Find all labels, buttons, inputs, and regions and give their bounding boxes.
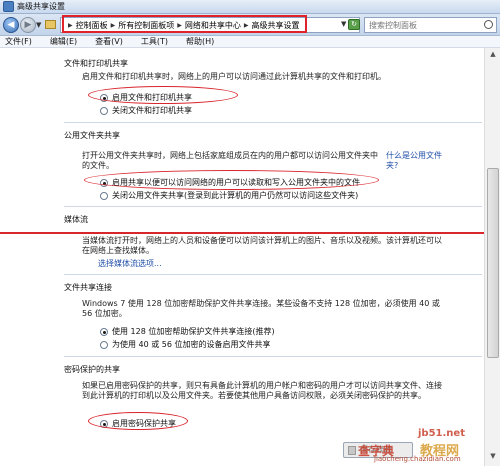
public-folder-heading: 公用文件夹共享 xyxy=(64,131,120,140)
window-title: 高级共享设置 xyxy=(17,2,65,11)
file-printer-desc: 启用文件和打印机共享时，网络上的用户可以访问通过此计算机共享的文件和打印机。 xyxy=(82,72,386,81)
shield-icon xyxy=(348,446,356,455)
menu-tools[interactable]: 工具(T) xyxy=(141,36,168,47)
vertical-scrollbar[interactable]: ▲ ▼ xyxy=(484,48,500,466)
highlight-ellipse xyxy=(84,170,379,190)
annotation-red-line xyxy=(0,232,500,234)
connection-desc: Windows 7 使用 128 位加密帮助保护文件共享连接。某些设备不支持 1… xyxy=(82,299,440,318)
search-icon[interactable] xyxy=(484,20,493,29)
address-dropdown-icon[interactable]: ▼ xyxy=(341,20,346,28)
password-heading: 密码保护的共享 xyxy=(64,365,120,374)
menu-file[interactable]: 文件(F) xyxy=(5,36,32,47)
divider xyxy=(64,122,482,123)
settings-content xyxy=(0,48,484,466)
recent-pages-chevron-icon[interactable]: ▼ xyxy=(36,21,41,29)
menu-help[interactable]: 帮助(H) xyxy=(186,36,214,47)
refresh-icon[interactable]: ↻ xyxy=(348,19,360,30)
menu-view[interactable]: 查看(V) xyxy=(95,36,123,47)
file-printer-off-option[interactable]: 关闭文件和打印机共享 xyxy=(100,105,192,116)
option-label: 关闭文件和打印机共享 xyxy=(112,106,192,115)
title-bar: 高级共享设置 xyxy=(0,0,500,14)
forward-icon[interactable]: ▶ xyxy=(20,17,36,33)
divider xyxy=(64,206,482,207)
media-heading: 媒体流 xyxy=(64,215,88,224)
scroll-thumb[interactable] xyxy=(487,168,499,358)
watermark-text: jiaocheng.chazidian.com xyxy=(374,455,461,463)
public-folder-desc: 打开公用文件夹共享时，网络上包括家庭组成员在内的用户都可以访问公用文件夹中的文件… xyxy=(82,151,378,170)
password-desc: 如果已启用密码保护的共享，则只有具备此计算机的用户帐户和密码的用户才可以访问共享… xyxy=(82,381,442,400)
control-panel-icon xyxy=(45,20,56,29)
watermark-text: jb51.net xyxy=(418,428,465,439)
back-icon[interactable]: ◀ xyxy=(3,17,19,33)
media-desc: 当媒体流打开时，网络上的人员和设备便可以访问该计算机上的图片、音乐以及视频。该计… xyxy=(82,236,442,255)
file-printer-heading: 文件和打印机共享 xyxy=(64,59,128,68)
address-highlight-box xyxy=(62,15,307,33)
divider xyxy=(64,356,482,357)
option-label: 使用 128 位加密帮助保护文件共享连接(推荐) xyxy=(112,327,275,336)
media-options-link[interactable]: 选择媒体流选项... xyxy=(98,259,464,269)
highlight-ellipse xyxy=(88,86,238,104)
search-input[interactable] xyxy=(369,20,481,30)
radio-icon[interactable] xyxy=(100,191,108,200)
menu-bar: 文件(F) 编辑(E) 查看(V) 工具(T) 帮助(H) xyxy=(0,36,500,48)
radio-icon[interactable] xyxy=(100,106,108,115)
radio-icon[interactable] xyxy=(100,340,108,349)
search-box[interactable] xyxy=(364,17,497,33)
menu-edit[interactable]: 编辑(E) xyxy=(50,36,77,47)
connection-128-option[interactable]: 使用 128 位加密帮助保护文件共享连接(推荐) xyxy=(100,326,275,337)
connection-40-option[interactable]: 为使用 40 或 56 位加密的设备启用文件共享 xyxy=(100,339,271,350)
radio-selected-icon[interactable] xyxy=(100,327,108,336)
scroll-up-icon[interactable]: ▲ xyxy=(488,50,498,60)
public-folder-link[interactable]: 什么是公用文件夹? xyxy=(386,151,448,171)
watermark: 查字典 jb51.net 教程网 jiaocheng.chazidian.com xyxy=(358,428,498,464)
divider xyxy=(64,274,482,275)
window-icon xyxy=(3,1,14,12)
option-label: 为使用 40 或 56 位加密的设备启用文件共享 xyxy=(112,340,271,349)
connection-heading: 文件共享连接 xyxy=(64,283,112,292)
public-folder-off-option[interactable]: 关闭公用文件夹共享(登录到此计算机的用户仍然可以访问这些文件夹) xyxy=(100,190,358,201)
highlight-ellipse xyxy=(88,412,188,430)
option-label: 关闭公用文件夹共享(登录到此计算机的用户仍然可以访问这些文件夹) xyxy=(112,191,359,200)
